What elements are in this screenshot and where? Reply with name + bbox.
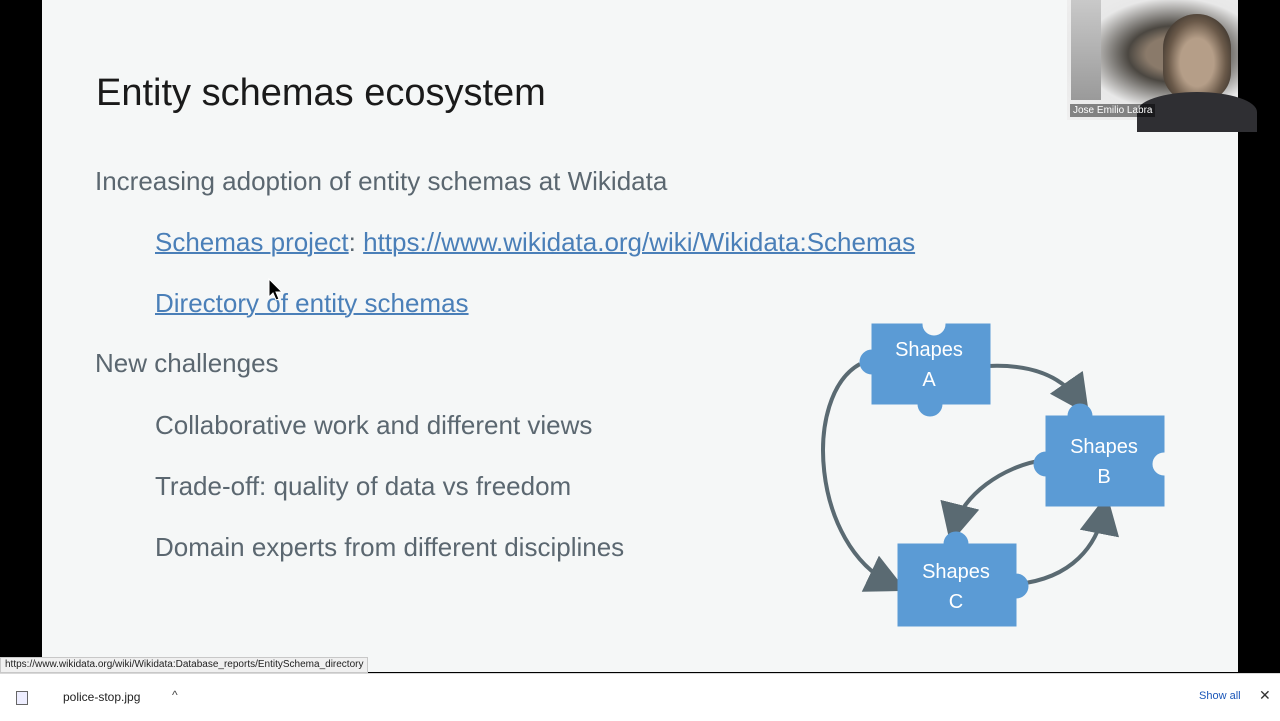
arrow-c-to-b [1017,494,1120,586]
puzzle-piece-a: Shapes A [859,323,991,417]
link-hover-status-url: https://www.wikidata.org/wiki/Wikidata:D… [0,657,369,673]
webcam-thumbnail: Jose Emilio Labra [1067,0,1257,132]
chevron-up-icon[interactable]: ^ [172,688,178,702]
presentation-slide: Entity schemas ecosystem Increasing adop… [42,0,1238,672]
bullet-challenge-2: Trade-off: quality of data vs freedom [155,471,572,501]
slide-title: Entity schemas ecosystem [96,72,546,114]
show-all-button[interactable]: Show all [1199,690,1241,702]
piece-c-label-line1: Shapes [922,561,990,583]
bullet-adoption: Increasing adoption of entity schemas at… [95,166,668,196]
shapes-puzzle-diagram: Shapes A Shapes B Shapes C [821,323,1165,627]
puzzle-piece-c: Shapes C [897,531,1029,627]
participant-name-label: Jose Emilio Labra [1070,104,1156,117]
bullet-schemas-project: Schemas project: https://www.wikidata.or… [155,227,915,258]
puzzle-piece-b: Shapes B [1033,403,1165,507]
bullet-directory: Directory of entity schemas [155,288,469,319]
piece-b-label-line1: Shapes [1070,436,1138,458]
schemas-project-link[interactable]: Schemas project [155,227,349,257]
link-separator: : [348,227,356,257]
piece-a-label-line1: Shapes [895,339,963,361]
piece-b-label-line2: B [1097,466,1110,488]
arrow-a-to-b [987,363,1090,416]
schemas-url-link[interactable]: https://www.wikidata.org/wiki/Wikidata:S… [363,227,915,257]
download-shelf: police-stop.jpg ^ Show all ✕ [0,673,1280,721]
mouse-pointer-icon [268,278,284,301]
close-icon[interactable]: ✕ [1259,687,1271,704]
directory-link[interactable]: Directory of entity schemas [155,288,469,318]
bullet-challenge-3: Domain experts from different discipline… [155,532,625,562]
bullet-challenge-1: Collaborative work and different views [155,410,593,440]
webcam-background-lamp [1071,0,1101,100]
piece-a-label-line2: A [922,369,936,391]
image-file-icon [16,691,28,705]
piece-c-label-line2: C [949,591,963,613]
downloaded-file-name[interactable]: police-stop.jpg [63,690,140,704]
arrow-b-to-c [940,458,1045,544]
bullet-challenges: New challenges [95,348,279,378]
participant-head [1163,14,1231,102]
